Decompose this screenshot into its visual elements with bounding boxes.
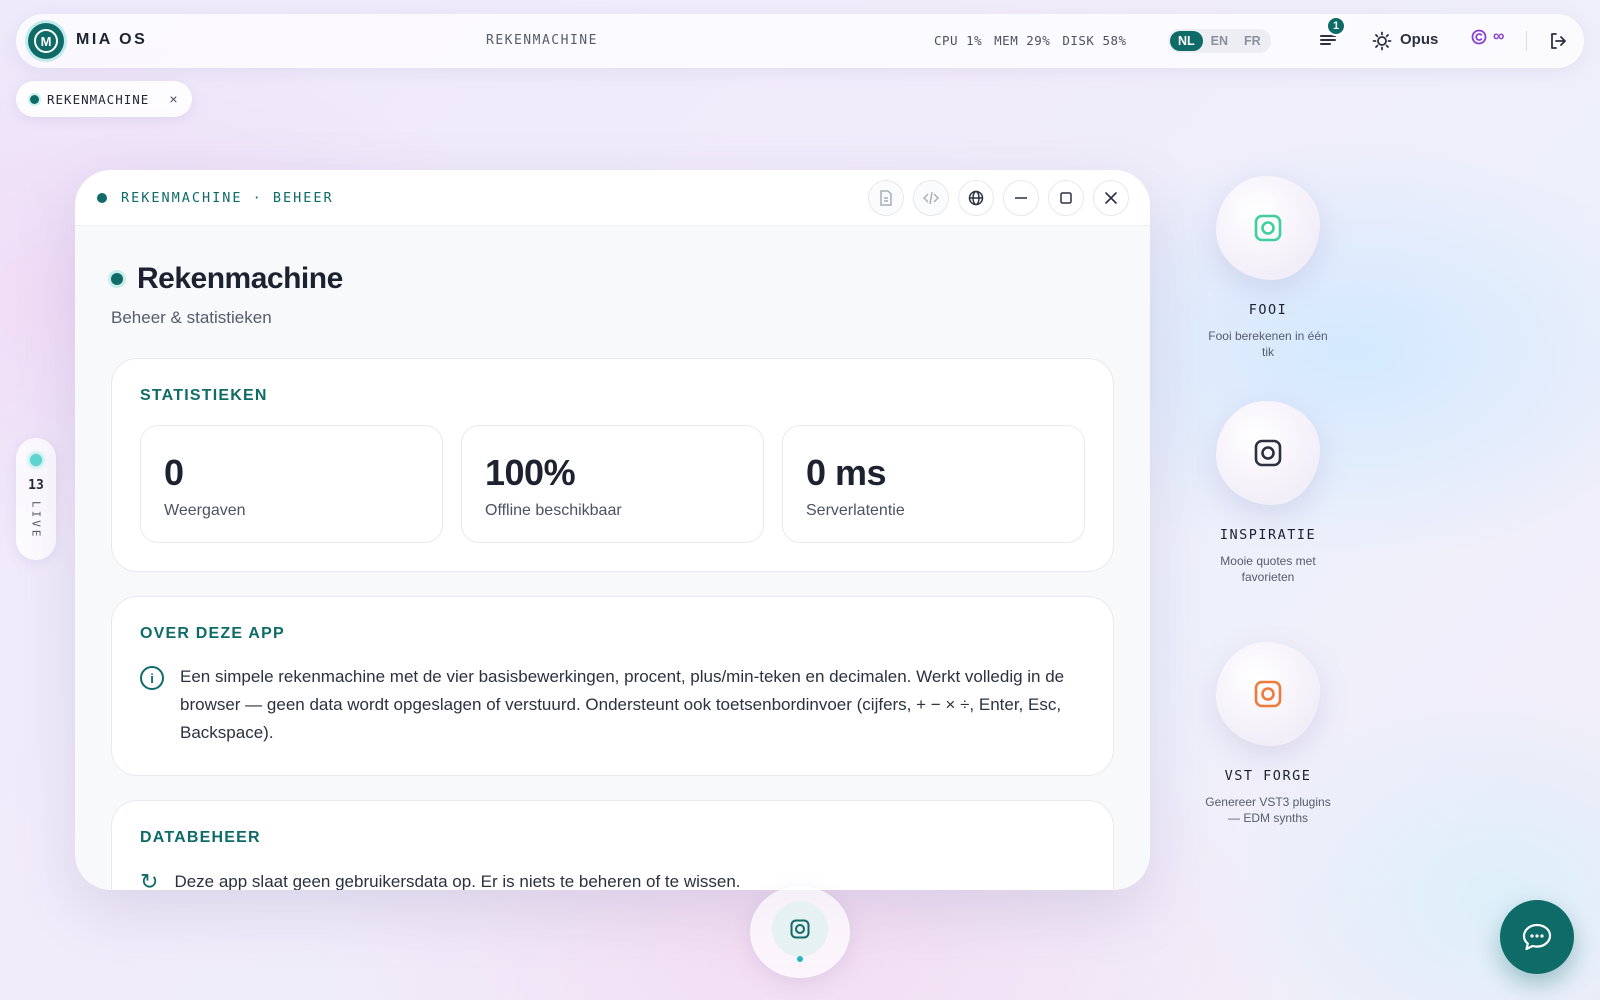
minimize-icon[interactable]	[1003, 180, 1039, 216]
about-title: OVER DEZE APP	[140, 625, 285, 642]
open-app-label: REKENMACHINE	[47, 91, 150, 107]
app-status-dot	[30, 94, 39, 104]
chat-button[interactable]	[1500, 900, 1574, 974]
stat-label: Serverlatentie	[806, 502, 905, 519]
launcher-name: FOOI	[1248, 302, 1288, 318]
app-icon	[1254, 439, 1282, 467]
app-icon	[790, 919, 810, 939]
logout-icon[interactable]	[1546, 29, 1570, 53]
language-switcher: NL EN FR	[1168, 29, 1271, 53]
disk-stat: DISK 58%	[1062, 33, 1127, 48]
window-status-dot	[97, 193, 107, 203]
maximize-icon[interactable]	[1048, 180, 1084, 216]
launcher-inspiratie[interactable]: INSPIRATIE Mooie quotes met favorieten	[1190, 401, 1346, 585]
system-stats: CPU 1% MEM 29% DISK 58%	[934, 33, 1127, 48]
top-bar: M MIA OS REKENMACHINE CPU 1% MEM 29% DIS…	[16, 14, 1584, 68]
live-label: LIVE	[29, 501, 43, 540]
dock	[750, 886, 850, 978]
launcher-description: Fooi berekenen in één tik	[1208, 329, 1328, 359]
about-text: Een simpele rekenmachine met de vier bas…	[180, 667, 1065, 742]
about-row: i Een simpele rekenmachine met de vier b…	[140, 663, 1085, 747]
live-dot-icon	[30, 454, 42, 466]
stat-label: Weergaven	[164, 502, 246, 519]
window-breadcrumb: REKENMACHINE · BEHEER	[121, 190, 334, 206]
chat-icon	[1522, 923, 1552, 951]
about-card: OVER DEZE APP i Een simpele rekenmachine…	[111, 596, 1114, 776]
stat-value: 100%	[485, 452, 576, 493]
stat-value: 0 ms	[806, 452, 887, 493]
open-app-tab[interactable]: REKENMACHINE ×	[16, 81, 192, 117]
live-count: 13	[28, 478, 44, 493]
stats-card: STATISTIEKEN 0 Weergaven 100% Offline be…	[111, 358, 1114, 572]
launcher-blob[interactable]	[1216, 642, 1320, 746]
launcher-fooi[interactable]: FOOI Fooi berekenen in één tik	[1190, 176, 1346, 360]
cpu-stat: CPU 1%	[934, 33, 983, 48]
info-icon: i	[140, 666, 164, 690]
credits-value: ∞	[1493, 28, 1505, 45]
notification-badge: 1	[1326, 16, 1346, 36]
brand-name: MIA OS	[76, 31, 148, 48]
code-icon[interactable]	[913, 180, 949, 216]
dock-app-rekenmachine[interactable]	[772, 901, 828, 957]
stat-value: 0	[164, 452, 184, 493]
data-title: DATABEHEER	[140, 829, 261, 846]
sun-icon[interactable]	[1370, 29, 1394, 53]
page-subtitle: Beheer & statistieken	[111, 308, 272, 327]
document-icon[interactable]	[868, 180, 904, 216]
live-indicator[interactable]: 13 LIVE	[16, 438, 56, 560]
credits[interactable]: ∞	[1471, 28, 1504, 46]
app-header: Rekenmachine	[111, 262, 1114, 296]
logo-letter: M	[34, 29, 58, 53]
stat-views: 0 Weergaven	[140, 425, 443, 543]
lang-en[interactable]: EN	[1203, 31, 1236, 51]
stats-grid: 0 Weergaven 100% Offline beschikbaar 0 m…	[140, 425, 1085, 543]
mia-logo[interactable]: M	[28, 23, 64, 59]
lang-nl[interactable]: NL	[1170, 31, 1203, 51]
close-window-icon[interactable]	[1093, 180, 1129, 216]
topbar-divider	[1526, 31, 1527, 51]
model-selector[interactable]: Opus	[1400, 31, 1438, 48]
stat-offline: 100% Offline beschikbaar	[461, 425, 764, 543]
launcher-blob[interactable]	[1216, 176, 1320, 280]
page-title: Rekenmachine	[137, 262, 343, 295]
dock-active-dot	[797, 956, 803, 962]
launcher-name: VST FORGE	[1224, 768, 1312, 784]
data-text: Deze app slaat geen gebruikersdata op. E…	[174, 872, 741, 890]
mem-stat: MEM 29%	[994, 33, 1051, 48]
stats-title: STATISTIEKEN	[140, 387, 268, 404]
active-app-title: REKENMACHINE	[486, 33, 598, 48]
stat-latency: 0 ms Serverlatentie	[782, 425, 1085, 543]
data-card: DATABEHEER ↻ Deze app slaat geen gebruik…	[111, 800, 1114, 890]
launcher-blob[interactable]	[1216, 401, 1320, 505]
stat-label: Offline beschikbaar	[485, 502, 622, 519]
close-icon[interactable]: ×	[169, 91, 177, 107]
refresh-icon: ↻	[140, 869, 159, 890]
data-row: ↻ Deze app slaat geen gebruikersdata op.…	[140, 869, 1085, 890]
app-window: REKENMACHINE · BEHEER Rekenmachine Behee…	[75, 170, 1150, 890]
credits-icon	[1471, 29, 1487, 45]
launcher-vst-forge[interactable]: VST FORGE Genereer VST3 plugins — EDM sy…	[1190, 642, 1346, 826]
app-icon	[1254, 214, 1282, 242]
launcher-description: Genereer VST3 plugins — EDM synths	[1205, 795, 1331, 825]
globe-icon[interactable]	[958, 180, 994, 216]
lang-fr[interactable]: FR	[1236, 31, 1269, 51]
app-icon	[1254, 680, 1282, 708]
window-content: Rekenmachine Beheer & statistieken STATI…	[75, 226, 1150, 890]
launcher-description: Mooie quotes met favorieten	[1220, 554, 1316, 584]
launcher-name: INSPIRATIE	[1219, 527, 1317, 543]
app-heading-dot	[111, 273, 123, 285]
window-titlebar[interactable]: REKENMACHINE · BEHEER	[75, 170, 1150, 226]
